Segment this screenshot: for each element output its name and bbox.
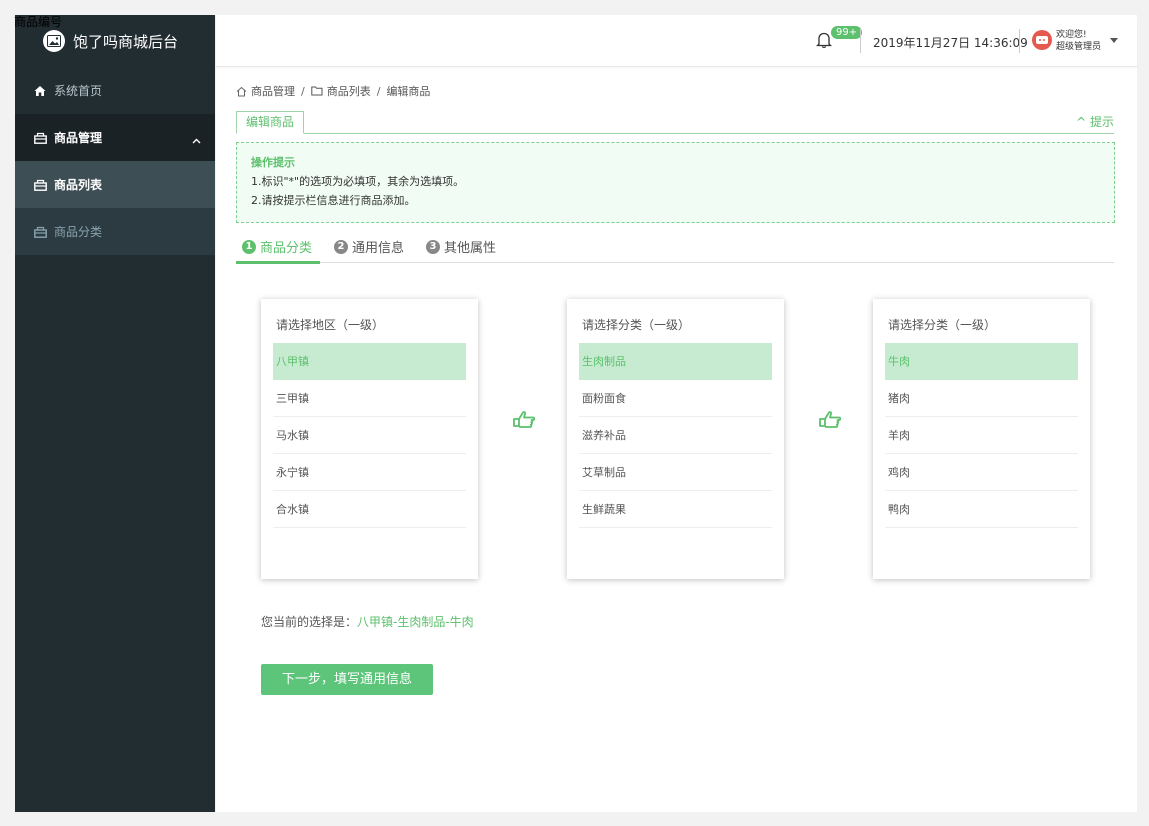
list-item[interactable]: 八甲镇 bbox=[273, 343, 466, 380]
datetime: 2019年11月27日 14:36:09 bbox=[873, 36, 1028, 50]
breadcrumb-separator: / bbox=[301, 84, 305, 98]
current-selection: 您当前的选择是：八甲镇-生肉制品-牛肉 bbox=[261, 613, 474, 630]
breadcrumb: 商品管理 / 商品列表 / 编辑商品 bbox=[236, 83, 430, 99]
main-content: 99+ 2019年11月27日 14:36:09 欢迎您! 超级管理员 商品管理… bbox=[216, 15, 1137, 812]
step-label: 商品分类 bbox=[260, 241, 313, 256]
header-divider bbox=[860, 29, 861, 53]
header-divider bbox=[1019, 29, 1020, 53]
home-icon bbox=[33, 84, 47, 98]
list-item[interactable]: 滋养补品 bbox=[579, 417, 772, 454]
active-step-underline bbox=[236, 261, 320, 264]
submenu: 商品列表 商品分类 bbox=[15, 161, 215, 255]
panel-title: 请选择分类（一级） bbox=[582, 318, 691, 332]
sidebar-item-product-list[interactable]: 商品列表 bbox=[15, 161, 215, 208]
app-title: 饱了吗商城后台 bbox=[73, 32, 179, 51]
breadcrumb-item[interactable]: 商品管理 bbox=[251, 83, 295, 99]
selection-label: 您当前的选择是： bbox=[261, 615, 358, 629]
sidebar-item-label: 商品分类 bbox=[54, 225, 103, 239]
list-item[interactable]: 生肉制品 bbox=[579, 343, 772, 380]
gift-icon bbox=[33, 178, 47, 192]
sidebar-item-product-category[interactable]: 商品分类 bbox=[15, 208, 215, 255]
list-item[interactable]: 面粉面食 bbox=[579, 380, 772, 417]
step-number: 3 bbox=[426, 239, 440, 254]
pointing-hand-icon bbox=[512, 409, 536, 433]
stray-label: 商品编号 bbox=[14, 15, 63, 29]
step-general-info[interactable]: 2 通用信息 bbox=[334, 237, 404, 256]
step-label: 其他属性 bbox=[444, 241, 497, 256]
breadcrumb-separator: / bbox=[376, 84, 381, 98]
top-header: 99+ 2019年11月27日 14:36:09 欢迎您! 超级管理员 bbox=[216, 15, 1137, 67]
home-outline-icon bbox=[236, 86, 247, 97]
category-panel-level2: 请选择分类（一级） 牛肉 猪肉 羊肉 鸡肉 鸭肉 bbox=[873, 299, 1090, 579]
sidebar-item-label: 系统首页 bbox=[54, 84, 103, 98]
sidebar: 饱了吗商城后台 系统首页 商品管理 商品列表 商品分类 bbox=[15, 15, 215, 812]
gift-icon bbox=[33, 225, 47, 239]
selection-value: 八甲镇-生肉制品-牛肉 bbox=[357, 615, 474, 629]
tab-bar: 编辑商品 ^ 提示 bbox=[236, 111, 1114, 134]
sidebar-item-home[interactable]: 系统首页 bbox=[15, 67, 215, 114]
notification-badge: 99+ bbox=[831, 26, 863, 39]
list-item[interactable]: 马水镇 bbox=[273, 417, 466, 454]
hint-toggle[interactable]: ^ 提示 bbox=[1076, 113, 1114, 130]
tips-box: 操作提示 1.标识"*"的选项为必填项，其余为选填项。 2.请按提示栏信息进行商… bbox=[236, 142, 1115, 223]
step-category[interactable]: 1 商品分类 bbox=[242, 237, 312, 256]
sidebar-item-label: 商品管理 bbox=[54, 131, 103, 145]
list-item[interactable]: 艾草制品 bbox=[579, 454, 772, 491]
pointing-hand-icon bbox=[818, 409, 842, 433]
region-panel: 请选择地区（一级） 八甲镇 三甲镇 马水镇 永宁镇 合水镇 bbox=[261, 299, 478, 579]
chevron-up-icon: ^ bbox=[1076, 115, 1087, 129]
tips-line: 2.请按提示栏信息进行商品添加。 bbox=[251, 194, 416, 207]
list-item[interactable]: 生鲜蔬果 bbox=[579, 491, 772, 528]
user-info[interactable]: 欢迎您! 超级管理员 bbox=[1056, 29, 1101, 53]
breadcrumb-item-current: 编辑商品 bbox=[386, 85, 431, 98]
list-item[interactable]: 羊肉 bbox=[885, 417, 1078, 454]
category-panel-level1: 请选择分类（一级） 生肉制品 面粉面食 滋养补品 艾草制品 生鲜蔬果 bbox=[567, 299, 784, 579]
step-other-attrs[interactable]: 3 其他属性 bbox=[426, 237, 496, 256]
hint-toggle-label: 提示 bbox=[1089, 115, 1114, 129]
avatar[interactable] bbox=[1032, 30, 1052, 50]
breadcrumb-item[interactable]: 商品列表 bbox=[327, 83, 371, 99]
caret-down-icon[interactable] bbox=[1110, 38, 1118, 43]
image-icon bbox=[43, 30, 65, 52]
sidebar-item-label: 商品列表 bbox=[54, 178, 103, 192]
welcome-text: 欢迎您! bbox=[1056, 30, 1087, 40]
step-number: 1 bbox=[242, 239, 256, 254]
list-item[interactable]: 三甲镇 bbox=[273, 380, 466, 417]
list-item[interactable]: 鸭肉 bbox=[885, 491, 1078, 528]
list-item[interactable]: 猪肉 bbox=[885, 380, 1078, 417]
list-item[interactable]: 牛肉 bbox=[885, 343, 1078, 380]
next-step-button[interactable]: 下一步，填写通用信息 bbox=[261, 664, 433, 695]
sidebar-item-product-mgmt[interactable]: 商品管理 bbox=[15, 114, 215, 161]
tips-title: 操作提示 bbox=[251, 156, 295, 169]
tab-edit-product[interactable]: 编辑商品 bbox=[236, 111, 305, 134]
user-role: 超级管理员 bbox=[1056, 42, 1102, 52]
list-item[interactable]: 永宁镇 bbox=[273, 454, 466, 491]
bell-icon[interactable] bbox=[815, 31, 833, 49]
folder-icon bbox=[311, 86, 323, 96]
step-label: 通用信息 bbox=[352, 241, 405, 256]
panel-title: 请选择地区（一级） bbox=[276, 318, 385, 332]
list-item[interactable]: 鸡肉 bbox=[885, 454, 1078, 491]
list-item[interactable]: 合水镇 bbox=[273, 491, 466, 528]
chevron-up-icon bbox=[192, 133, 201, 147]
panel-title: 请选择分类（一级） bbox=[888, 318, 997, 332]
tips-line: 1.标识"*"的选项为必填项，其余为选填项。 bbox=[251, 175, 465, 188]
step-number: 2 bbox=[334, 239, 348, 254]
gift-icon bbox=[33, 131, 47, 145]
step-tabs: 1 商品分类 2 通用信息 3 其他属性 bbox=[236, 235, 1114, 264]
